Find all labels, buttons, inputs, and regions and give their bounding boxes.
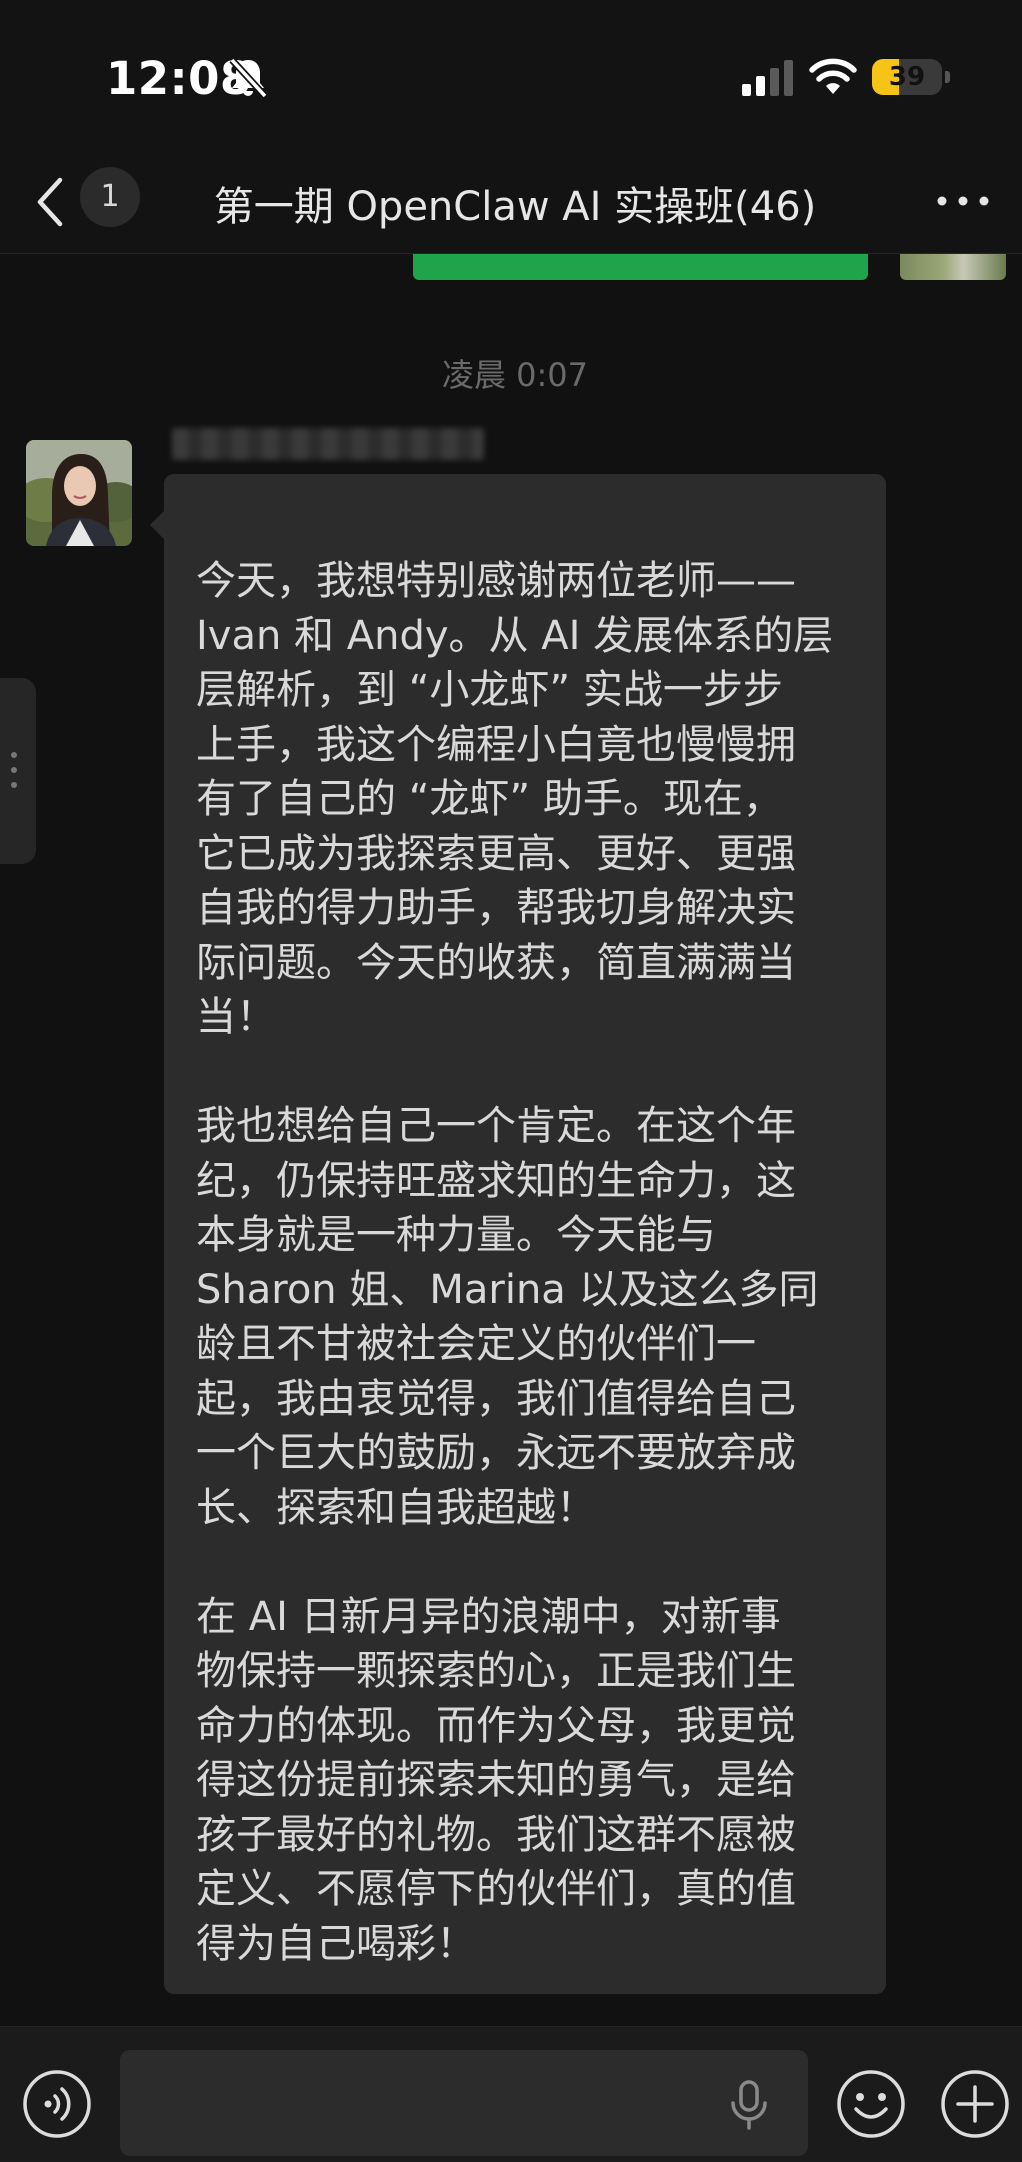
- bell-slash-icon: [229, 57, 268, 99]
- nav-bar: 1 第一期 OpenClaw AI 实操班(46): [0, 150, 1022, 254]
- wifi-icon: [809, 58, 857, 94]
- message-text: 今天，我想特别感谢两位老师—— Ivan 和 Andy。从 AI 发展体系的层 …: [196, 558, 834, 1967]
- microphone-icon[interactable]: [728, 2079, 770, 2131]
- self-avatar[interactable]: [900, 254, 1006, 280]
- more-dots-icon[interactable]: [935, 192, 991, 210]
- sender-name: [172, 428, 484, 460]
- emoji-icon[interactable]: [836, 2069, 906, 2139]
- avatar-portrait: [26, 440, 132, 546]
- message-input[interactable]: [120, 2050, 808, 2156]
- unread-count-badge[interactable]: 1: [80, 167, 140, 227]
- drag-handle-icon[interactable]: [10, 750, 18, 790]
- own-message-bubble[interactable]: [413, 254, 868, 280]
- input-bar: [0, 2026, 1022, 2162]
- plus-icon[interactable]: [940, 2069, 1010, 2139]
- message-timestamp: 凌晨 0:07: [441, 356, 589, 394]
- signal-icon: [742, 60, 793, 96]
- battery-indicator: 39: [872, 59, 942, 95]
- chat-title: 第一期 OpenClaw AI 实操班(46): [213, 184, 817, 230]
- voice-icon[interactable]: [22, 2069, 92, 2139]
- sender-avatar[interactable]: [26, 440, 132, 546]
- chat-screen: 12:08 39 1 第一期 OpenClaw AI 实操班(46) 凌晨 0:…: [0, 0, 1022, 2162]
- battery-nub: [945, 71, 950, 83]
- side-drawer-handle[interactable]: [0, 678, 36, 864]
- status-bar: 12:08 39: [0, 0, 1022, 150]
- bubble-tail: [150, 510, 165, 540]
- chevron-left-icon[interactable]: [30, 174, 70, 230]
- battery-level: 39: [888, 62, 926, 92]
